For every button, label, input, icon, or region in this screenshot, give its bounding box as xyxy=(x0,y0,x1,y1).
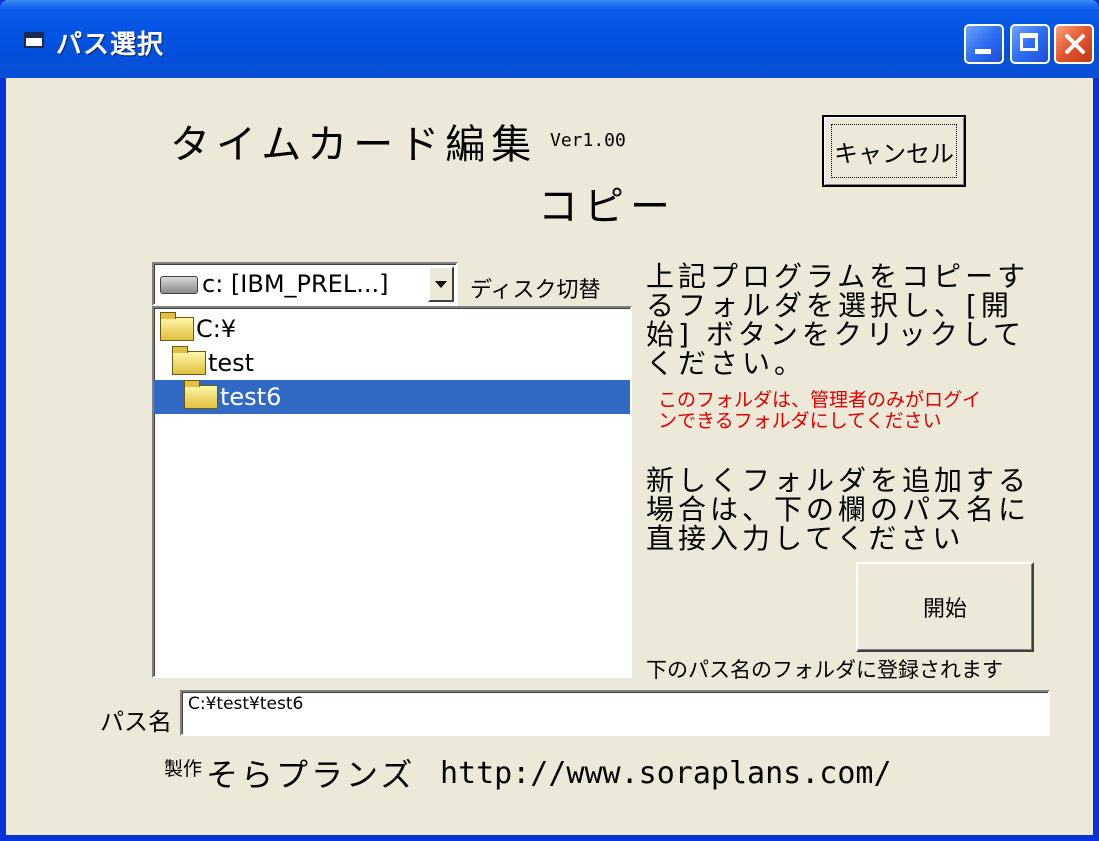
drive-select[interactable]: c: [IBM_PREL...] xyxy=(152,262,458,306)
mode-label: コピー xyxy=(538,184,676,230)
folder-item-label: C:¥ xyxy=(196,315,237,343)
path-select-window: パス選択 タイムカード編集 Ver1.00 コピー キャンセル c: [IBM_… xyxy=(0,0,1099,841)
maker-name: そらプランズ xyxy=(206,756,416,794)
open-folder-icon xyxy=(184,380,218,409)
folder-item-test6[interactable]: test6 xyxy=(154,380,630,414)
folder-item-test[interactable]: test xyxy=(172,346,254,380)
drive-selected-value: c: [IBM_PREL...] xyxy=(202,270,389,298)
app-title: タイムカード編集 xyxy=(170,122,538,168)
minimize-button[interactable] xyxy=(964,24,1004,64)
path-label: パス名 xyxy=(100,708,172,736)
drive-icon xyxy=(160,276,198,294)
start-button[interactable]: 開始 xyxy=(856,562,1034,652)
maker-label: 製作 xyxy=(164,758,203,780)
maker-url: http://www.soraplans.com/ xyxy=(440,756,892,791)
title-bar[interactable]: パス選択 xyxy=(0,0,1099,78)
close-button[interactable] xyxy=(1054,24,1094,64)
open-folder-icon xyxy=(172,346,206,375)
maximize-button[interactable] xyxy=(1010,24,1050,64)
folder-item-root[interactable]: C:¥ xyxy=(160,312,236,346)
version-label: Ver1.00 xyxy=(550,130,626,151)
focus-rect xyxy=(831,124,957,178)
admin-note: このフォルダは、管理者のみがログインできるフォルダにしてください xyxy=(658,389,982,432)
window-icon[interactable] xyxy=(24,32,44,48)
path-input[interactable]: C:¥test¥test6 xyxy=(180,690,1050,736)
folder-list[interactable]: C:¥ test test6 xyxy=(152,306,632,678)
register-note: 下のパス名のフォルダに登録されます xyxy=(646,658,1003,682)
folder-item-label: test6 xyxy=(220,383,282,411)
open-folder-icon xyxy=(160,312,194,341)
start-button-label: 開始 xyxy=(922,597,967,622)
cancel-button[interactable]: キャンセル xyxy=(822,115,966,187)
disk-switch-label: ディスク切替 xyxy=(470,278,601,303)
chevron-down-icon[interactable] xyxy=(428,266,454,302)
add-folder-instructions: 新しくフォルダを追加する場合は、下の欄のパス名に直接入力してください xyxy=(646,464,1031,555)
copy-instructions: 上記プログラムをコピーするフォルダを選択し、[開始] ボタンをクリックしてくださ… xyxy=(646,260,1030,380)
folder-item-label: test xyxy=(208,349,255,377)
window-title: パス選択 xyxy=(56,30,165,60)
